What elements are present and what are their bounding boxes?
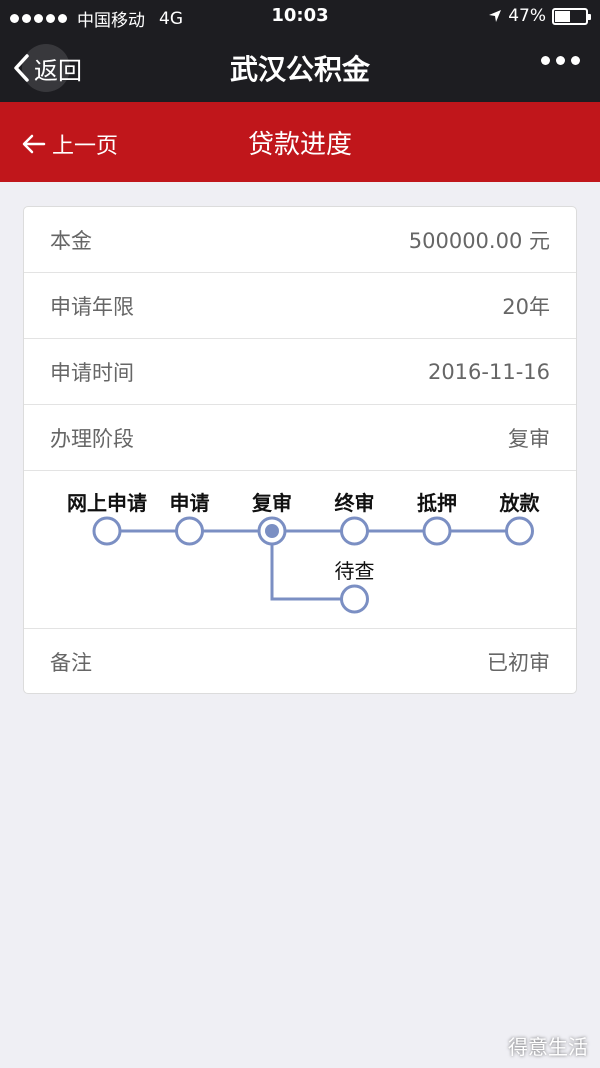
battery-icon <box>552 7 591 25</box>
loan-detail-card: 本金 500000.00 元 申请年限 20年 申请时间 2016-11-16 … <box>23 206 577 694</box>
more-dots-icon <box>541 56 550 65</box>
principal-value: 500000.00 元 <box>408 228 550 253</box>
remark-value: 已初审 <box>487 651 550 675</box>
screen: 中国移动 4G 10:03 47% 返回 武汉公积金 上一页 贷款进度 本金 5… <box>0 0 600 1068</box>
current-step-dot <box>265 524 279 538</box>
location-arrow-icon <box>489 10 502 22</box>
status-bar: 中国移动 4G 10:03 47% <box>0 0 600 34</box>
stage-label: 办理阶段 <box>50 426 134 451</box>
principal-row: 本金 500000.00 元 <box>24 207 576 273</box>
branch-node <box>340 584 369 614</box>
step-node <box>340 516 369 546</box>
page-header: 上一页 贷款进度 <box>0 102 600 182</box>
step-node <box>92 516 122 546</box>
date-label: 申请时间 <box>50 360 134 385</box>
term-label: 申请年限 <box>50 294 134 319</box>
date-row: 申请时间 2016-11-16 <box>24 339 576 405</box>
more-button[interactable] <box>541 56 580 65</box>
watermark: 得意生活 <box>508 1035 588 1059</box>
step-node <box>422 516 452 546</box>
stage-value: 复审 <box>508 426 550 451</box>
remark-label: 备注 <box>50 651 92 675</box>
battery-percent: 47% <box>508 6 546 26</box>
term-row: 申请年限 20年 <box>24 273 576 339</box>
step-node <box>505 516 534 546</box>
branch-step-label: 待查 <box>334 559 375 583</box>
term-value: 20年 <box>502 294 550 319</box>
nav-title: 武汉公积金 <box>229 53 370 86</box>
progress-diagram: 网上申请 申请 复审 终审 抵押 放款 待查 <box>24 471 576 629</box>
step-node <box>175 516 204 546</box>
stage-row: 办理阶段 复审 <box>24 405 576 471</box>
nav-bar: 返回 武汉公积金 <box>0 34 600 102</box>
date-value: 2016-11-16 <box>427 359 550 384</box>
remark-row: 备注 已初审 <box>24 629 576 695</box>
page-title: 贷款进度 <box>247 130 352 160</box>
principal-label: 本金 <box>50 228 92 253</box>
step-label: 放款 <box>499 491 540 515</box>
